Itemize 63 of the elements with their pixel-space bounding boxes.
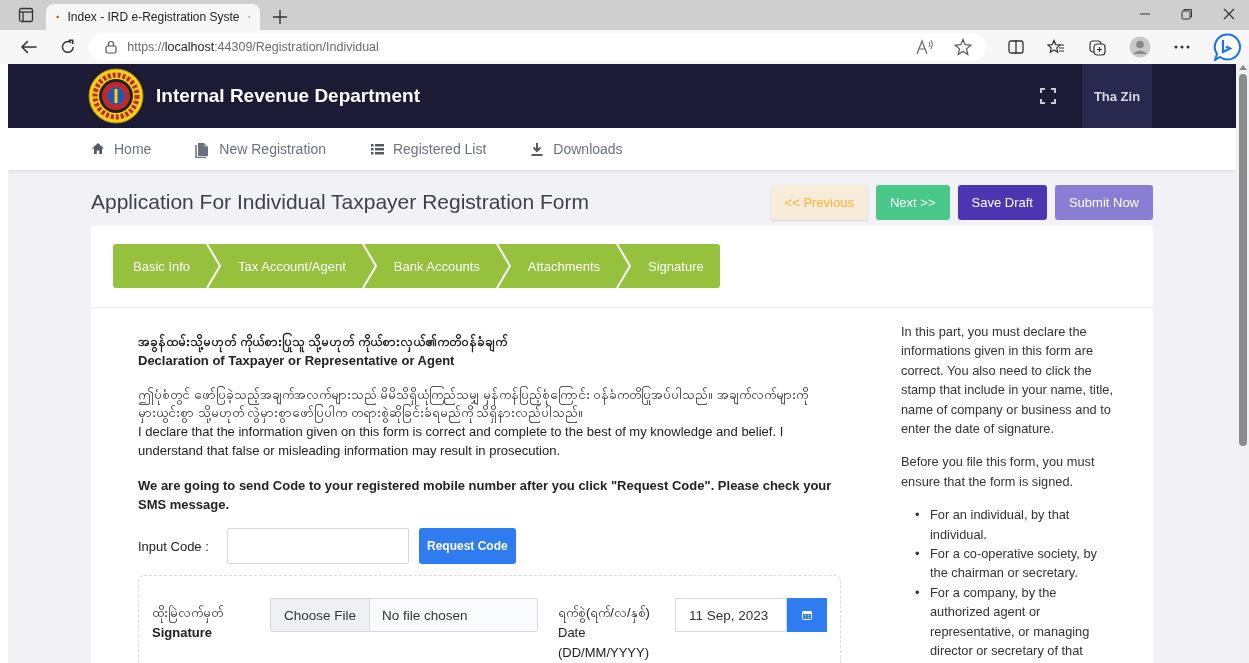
document-icon <box>195 140 211 158</box>
declaration-heading: အခွန်ထမ်းသို့မဟုတ် ကိုယ်စားပြုသူ သို့မဟုတ် ကိုယ်စားလှယ်၏ကတိဝန်ခံချက် <box>138 332 841 351</box>
nav-link[interactable]: New Registration <box>195 140 326 158</box>
browser-tab[interactable]: Index - IRD e-Registration Syste <box>46 4 260 30</box>
chevron-separator-icon <box>616 244 633 288</box>
field-label: Signature <box>152 624 213 642</box>
help-text: In this part, you must declare the informations given in this form are correct. You also need to click the stamp that include in your name, title, name of company or business and to enter the date of signature. <box>901 323 1113 439</box>
user-menu[interactable]: Tha Zin <box>1082 64 1152 128</box>
field-hint: (DD/MM/YYYY) <box>558 644 650 662</box>
calendar-button[interactable] <box>787 598 827 632</box>
help-list-item: For a co-operative society, by the chairman or secretary. <box>930 545 1098 583</box>
address-bar[interactable]: https://localhost:44309/Registration/Individual <box>89 33 986 61</box>
submit-button[interactable]: Submit Now <box>1054 184 1153 220</box>
site-title: Internal Revenue Department <box>156 85 420 107</box>
file-input-field[interactable]: Choose File No file chosen <box>270 598 538 632</box>
nav-link[interactable]: Downloads <box>530 141 623 157</box>
chat-bubble-icon[interactable] <box>1213 33 1241 61</box>
reload-icon[interactable] <box>59 39 76 55</box>
more-icon[interactable] <box>1174 45 1190 49</box>
download-icon <box>530 141 545 157</box>
request-code-button[interactable]: Request Code <box>419 528 516 564</box>
read-aloud-icon[interactable] <box>916 39 934 55</box>
calendar-icon <box>802 610 812 620</box>
scrollbar[interactable] <box>1236 64 1249 663</box>
list-icon <box>369 141 384 157</box>
field-label: Date <box>558 624 587 642</box>
field-label: Input Code : <box>138 537 210 556</box>
restore-icon[interactable] <box>1181 8 1193 20</box>
plus-icon[interactable] <box>272 9 288 25</box>
split-screen-icon[interactable] <box>1008 39 1024 55</box>
nav-link[interactable]: Home <box>91 141 152 157</box>
star-icon[interactable] <box>954 38 972 56</box>
scrollbar-thumb[interactable] <box>1238 74 1247 446</box>
home-icon <box>91 141 105 157</box>
sidebar-icon[interactable] <box>18 7 34 23</box>
bullet-mark: • <box>915 583 921 602</box>
back-icon[interactable] <box>20 39 38 55</box>
favorites-icon[interactable] <box>1047 39 1065 55</box>
help-list-item: For an individual, by that individual. <box>930 506 1071 544</box>
code-input-field[interactable] <box>227 528 409 564</box>
declaration-text: I declare that the information given on this form is correct and complete to the best of my knowledge and belief. I understand that false or misleading information may result in prosecution. <box>138 423 785 460</box>
emblem-logo-icon <box>88 68 144 124</box>
chevron-separator-icon <box>206 244 223 288</box>
chevron-separator-icon <box>361 244 378 288</box>
choose-file-button[interactable]: Choose File <box>271 599 371 631</box>
bullet-mark: • <box>915 506 921 525</box>
field-label: ရက်စွဲ(ရက်/လ/နှစ်) <box>558 603 675 623</box>
chevron-separator-icon <box>495 244 512 288</box>
notice-text: We are going to send Code to your registered mobile number after you click "Request Code". Please check your SMS message. <box>138 477 833 514</box>
file-status: No file chosen <box>370 599 537 631</box>
help-list-item: For a company, by the authorized agent or representative, or managing director or secretary of that <box>930 583 1091 661</box>
form-title: Application For Individual Taxpayer Registration Form <box>91 190 590 214</box>
declaration-heading: Declaration of Taxpayer or Representative or Agent <box>138 353 456 370</box>
bullet-mark: • <box>915 545 921 564</box>
declaration-text: ဤပုံစံတွင် ဖော်ပြခဲ့သည့်အချက်အလက်များသည် မိမိသိရှိယုံကြည်သမျှ မှန်ကန်ပြည့်စုံကြောင်း ဝန်ခံကတိပြုအပ်ပါသည်။ အချက်လက်များကို မှားယွင်းစွာ သို့မဟုတ် လွဲမှားစွာဖော်ပြပါက တရားစွဲဆိုခြင်းခံရမည်ကို သိရှိနားလည်ပါသည်။ <box>138 386 841 422</box>
draft-button[interactable]: Save Draft <box>957 184 1047 220</box>
profile-avatar-icon[interactable] <box>1129 36 1151 58</box>
nav-link[interactable]: Registered List <box>369 141 487 157</box>
help-text: Before you file this form, you must ensure that the form is signed. <box>901 453 1096 491</box>
date-input-field[interactable]: 11 Sep, 2023 <box>675 598 787 632</box>
fullscreen-icon[interactable] <box>1040 88 1056 104</box>
collections-icon[interactable] <box>1088 38 1106 56</box>
lock-icon <box>105 40 118 54</box>
